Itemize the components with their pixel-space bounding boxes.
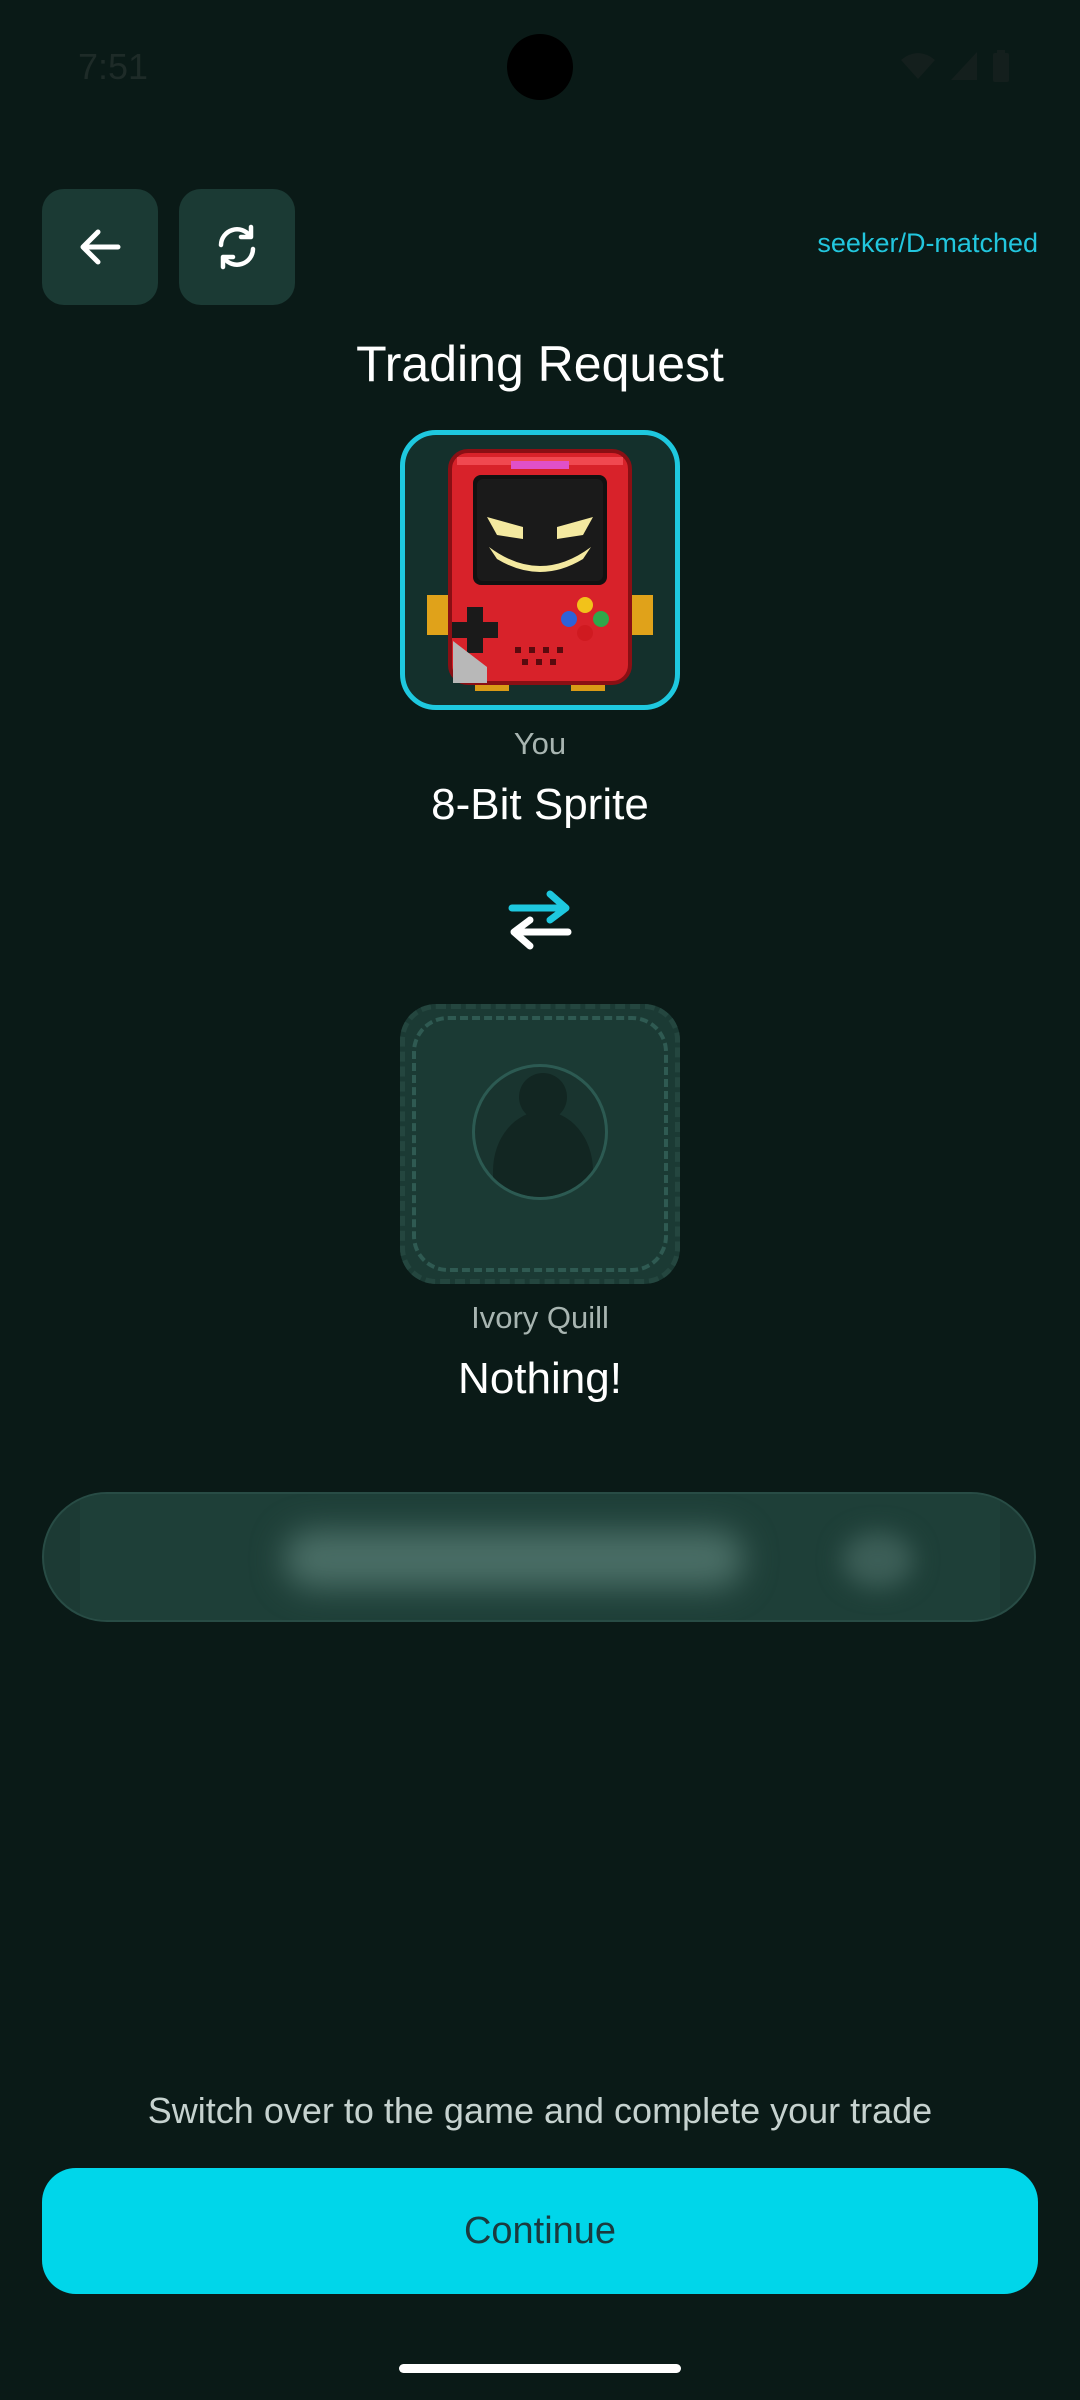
empty-avatar-placeholder-icon — [472, 1064, 608, 1200]
wifi-icon — [901, 53, 935, 79]
other-owner-label: Ivory Quill — [471, 1300, 609, 1335]
your-item-card[interactable] — [400, 430, 680, 710]
status-bar: 7:51 — [0, 0, 1080, 130]
swap-arrows-icon — [508, 890, 572, 950]
camera-cutout — [507, 34, 573, 100]
battery-icon — [993, 50, 1009, 82]
other-item-card[interactable] — [400, 1004, 680, 1284]
home-indicator[interactable] — [399, 2364, 681, 2373]
blurred-content-pill — [42, 1492, 1036, 1622]
your-owner-label: You — [513, 726, 567, 761]
pixel-handheld-console-icon — [427, 449, 653, 691]
status-time: 7:51 — [78, 46, 149, 87]
signal-icon — [951, 52, 977, 80]
refresh-button[interactable] — [179, 189, 295, 305]
instruction-text: Switch over to the game and complete you… — [147, 2090, 933, 2131]
continue-button[interactable]: Continue — [42, 2168, 1038, 2294]
other-item-name: Nothing! — [458, 1354, 622, 1403]
your-item-name: 8-Bit Sprite — [431, 780, 649, 829]
user-tag[interactable]: seeker/D-matched — [817, 228, 1038, 259]
page-title: Trading Request — [356, 336, 724, 392]
refresh-icon — [218, 224, 256, 270]
arrow-left-icon — [80, 229, 121, 265]
back-button[interactable] — [42, 189, 158, 305]
status-icons — [900, 50, 1010, 82]
